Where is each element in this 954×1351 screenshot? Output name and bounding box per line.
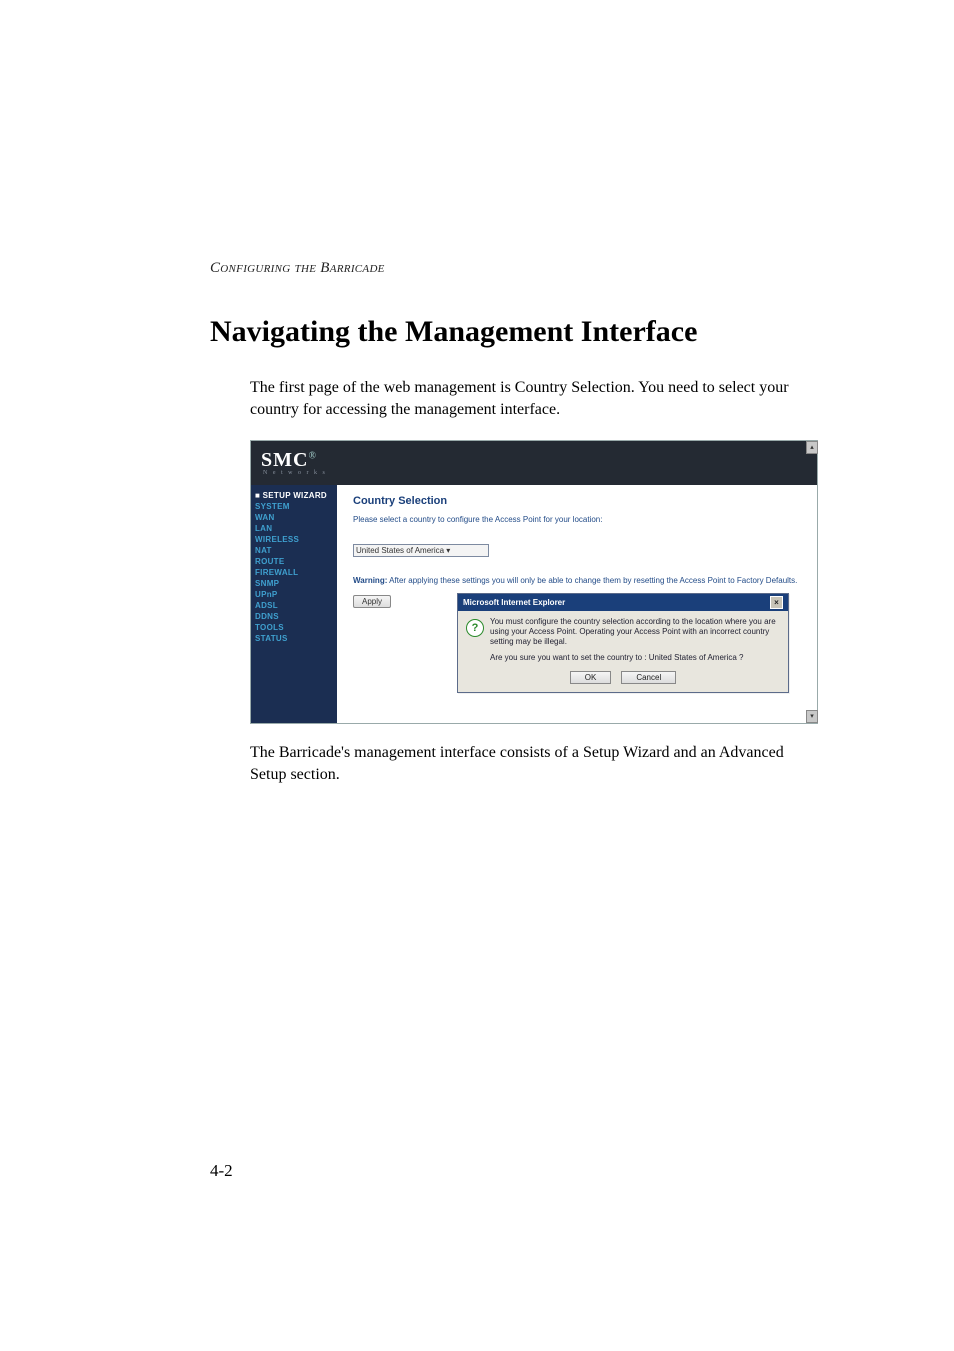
- sidebar-item-wan[interactable]: WAN: [255, 513, 333, 522]
- scroll-up-icon[interactable]: ▴: [806, 441, 818, 454]
- panel-title: Country Selection: [353, 495, 801, 507]
- dialog-message-1: You must configure the country selection…: [490, 617, 780, 647]
- confirm-dialog: Microsoft Internet Explorer × ? You must…: [457, 593, 789, 693]
- panel-warning: Warning: After applying these settings y…: [353, 576, 801, 585]
- sidebar-item-ddns[interactable]: DDNS: [255, 612, 333, 621]
- dialog-message-2: Are you sure you want to set the country…: [490, 653, 780, 663]
- app-header: SMC® N e t w o r k s: [251, 441, 817, 485]
- close-icon[interactable]: ×: [770, 596, 783, 609]
- intro-paragraph-1: The first page of the web management is …: [250, 377, 820, 422]
- sidebar-item-setup-wizard[interactable]: ■ SETUP WIZARD: [255, 491, 333, 500]
- sidebar-item-status[interactable]: STATUS: [255, 634, 333, 643]
- brand-logo: SMC®: [261, 449, 317, 471]
- sidebar-item-firewall[interactable]: FIREWALL: [255, 568, 333, 577]
- ok-button[interactable]: OK: [570, 671, 612, 684]
- running-header: Configuring the Barricade: [210, 260, 820, 277]
- page-number: 4-2: [210, 1161, 233, 1181]
- warning-text: After applying these settings you will o…: [389, 576, 797, 585]
- sidebar-item-adsl[interactable]: ADSL: [255, 601, 333, 610]
- brand-subtext: N e t w o r k s: [263, 470, 327, 476]
- sidebar-item-route[interactable]: ROUTE: [255, 557, 333, 566]
- sidebar-item-tools[interactable]: TOOLS: [255, 623, 333, 632]
- panel-instruction: Please select a country to configure the…: [353, 515, 801, 524]
- sidebar-item-nat[interactable]: NAT: [255, 546, 333, 555]
- intro-paragraph-2: The Barricade's management interface con…: [250, 742, 820, 787]
- main-panel: Country Selection Please select a countr…: [337, 485, 817, 723]
- sidebar-item-snmp[interactable]: SNMP: [255, 579, 333, 588]
- page-heading: Navigating the Management Interface: [210, 315, 820, 349]
- cancel-button[interactable]: Cancel: [621, 671, 676, 684]
- warning-label: Warning:: [353, 576, 387, 585]
- dialog-titlebar: Microsoft Internet Explorer ×: [458, 594, 788, 611]
- sidebar-item-system[interactable]: SYSTEM: [255, 502, 333, 511]
- screenshot-figure: ▴ ▾ SMC® N e t w o r k s ■ SETUP WIZARD …: [250, 440, 818, 724]
- sidebar-item-wireless[interactable]: WIRELESS: [255, 535, 333, 544]
- brand-text: SMC: [261, 449, 308, 471]
- question-icon: ?: [466, 619, 484, 637]
- nav-sidebar: ■ SETUP WIZARD SYSTEM WAN LAN WIRELESS N…: [251, 485, 337, 723]
- brand-mark-icon: ®: [308, 451, 316, 462]
- sidebar-item-lan[interactable]: LAN: [255, 524, 333, 533]
- apply-button[interactable]: Apply: [353, 595, 391, 608]
- country-select[interactable]: United States of America ▾: [353, 544, 489, 557]
- dialog-title-text: Microsoft Internet Explorer: [463, 598, 565, 607]
- sidebar-item-upnp[interactable]: UPnP: [255, 590, 333, 599]
